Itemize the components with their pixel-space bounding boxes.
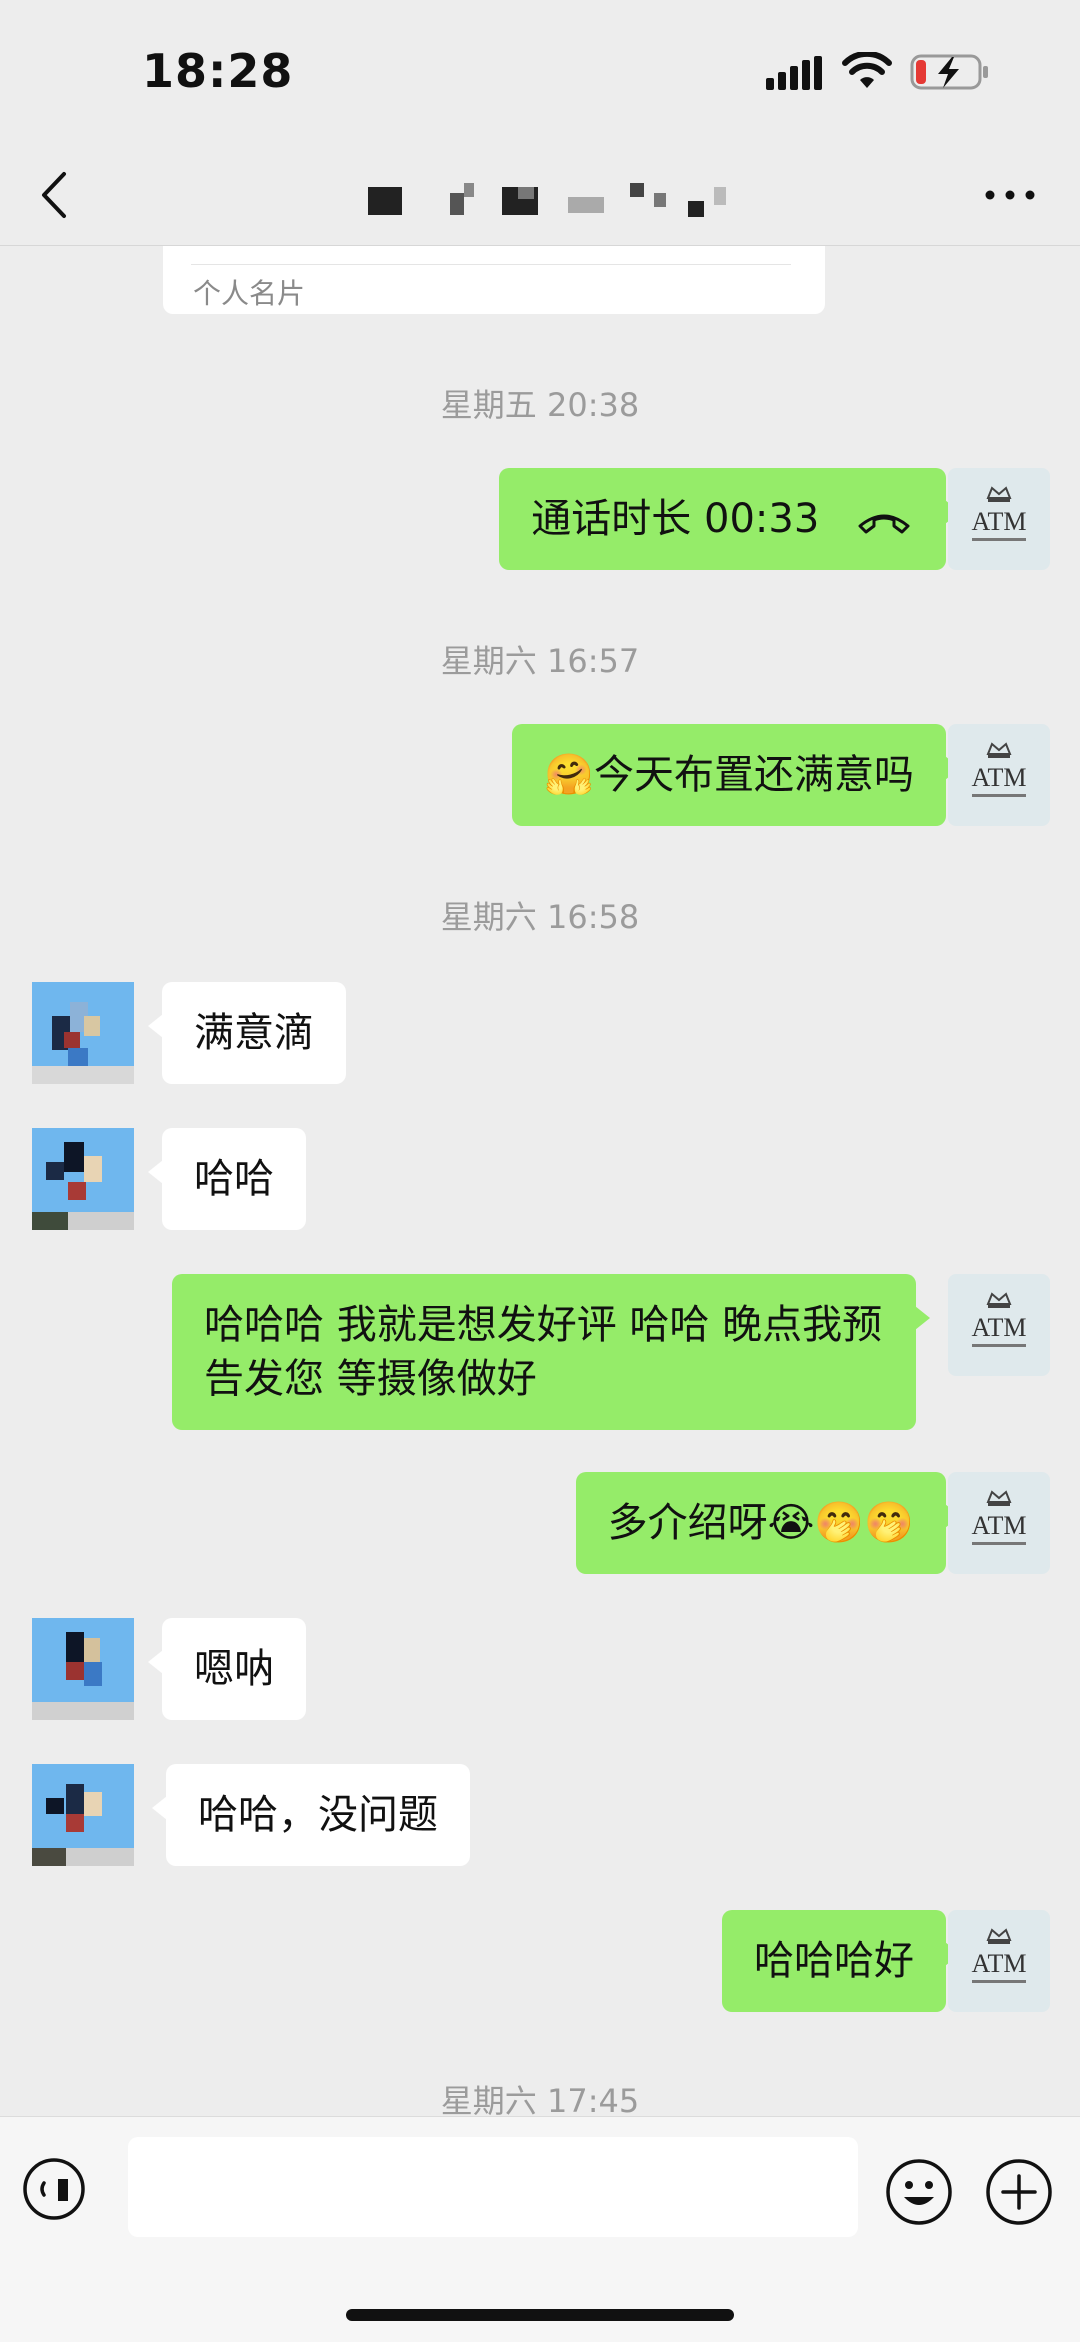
svg-text:ATM: ATM <box>972 1511 1027 1540</box>
plus-icon[interactable] <box>984 2157 1054 2227</box>
contact-message-bubble[interactable]: 嗯呐 <box>148 1618 306 1720</box>
message-text: 哈哈哈 我就是想发好评 哈哈 晚点我预告发您 等摄像做好 <box>204 1302 883 1402</box>
my-message-bubble[interactable]: 🤗今天布置还满意吗 <box>512 724 960 826</box>
contact-message-bubble[interactable]: 哈哈，没问题 <box>152 1764 470 1866</box>
chat-header <box>0 150 1080 246</box>
call-duration-bubble[interactable]: 通话时长 00:33 <box>499 468 960 570</box>
phone-hangup-icon <box>858 514 910 534</box>
message-text: 哈哈 <box>194 1156 274 1202</box>
atm-logo-icon: ATM <box>948 1274 1050 1376</box>
contact-card-message[interactable]: 个人名片 <box>163 246 825 314</box>
wifi-icon <box>842 52 892 88</box>
contact-avatar[interactable] <box>32 1128 134 1230</box>
timestamp: 星期六 16:58 <box>440 898 640 936</box>
svg-text:ATM: ATM <box>972 507 1027 536</box>
emoji-icon[interactable] <box>884 2157 954 2227</box>
home-indicator[interactable] <box>346 2309 734 2321</box>
timestamp: 星期六 17:45 <box>440 2082 640 2116</box>
contact-message-bubble[interactable]: 满意滴 <box>148 982 346 1084</box>
message-text: 今天布置还满意吗 <box>594 752 914 798</box>
contact-avatar[interactable] <box>32 982 134 1084</box>
back-chevron-icon[interactable] <box>36 170 76 220</box>
contact-message-bubble[interactable]: 哈哈 <box>148 1128 306 1230</box>
contact-avatar[interactable] <box>32 1764 134 1866</box>
my-message-bubble[interactable]: 哈哈哈 我就是想发好评 哈哈 晚点我预告发您 等摄像做好 <box>172 1274 930 1430</box>
status-bar: 18:28 <box>0 0 1080 150</box>
hug-emoji: 🤗 <box>544 752 594 798</box>
message-text: 通话时长 00:33 <box>531 496 820 542</box>
message-text: 满意滴 <box>194 1010 314 1056</box>
message-input[interactable] <box>128 2137 858 2237</box>
atm-logo-icon: ATM <box>948 724 1050 826</box>
emoji-sequence: 😭🤭🤭 <box>767 1500 914 1546</box>
my-avatar[interactable]: ATM <box>948 724 1050 826</box>
contact-card-label: 个人名片 <box>193 277 306 310</box>
svg-text:ATM: ATM <box>972 1949 1027 1978</box>
message-text: 哈哈哈好 <box>754 1938 914 1984</box>
my-avatar[interactable]: ATM <box>948 468 1050 570</box>
cellular-signal-icon <box>766 56 822 90</box>
contact-avatar[interactable] <box>32 1618 134 1720</box>
svg-text:ATM: ATM <box>972 763 1027 792</box>
atm-logo-icon: ATM <box>948 1910 1050 2012</box>
atm-logo-icon: ATM <box>948 468 1050 570</box>
timestamp: 星期六 16:57 <box>440 642 640 680</box>
voice-input-icon[interactable] <box>22 2157 86 2221</box>
chat-message-list[interactable]: 个人名片 星期五 20:38 通话时长 00:33 ATM 星期六 16:57 … <box>0 246 1080 2116</box>
atm-logo-icon: ATM <box>948 1472 1050 1574</box>
timestamp: 星期五 20:38 <box>440 386 640 424</box>
message-text: 哈哈，没问题 <box>198 1792 438 1838</box>
my-avatar[interactable]: ATM <box>948 1274 1050 1376</box>
status-time: 18:28 <box>142 44 294 98</box>
message-text: 多介绍呀 <box>607 1500 768 1546</box>
message-text: 嗯呐 <box>194 1646 274 1692</box>
my-message-bubble[interactable]: 多介绍呀😭🤭🤭 <box>575 1472 961 1574</box>
my-message-bubble[interactable]: 哈哈哈好 <box>722 1910 960 2012</box>
more-options-icon[interactable] <box>980 180 1040 210</box>
my-avatar[interactable]: ATM <box>948 1472 1050 1574</box>
battery-charging-icon <box>910 54 988 90</box>
svg-text:ATM: ATM <box>972 1313 1027 1342</box>
my-avatar[interactable]: ATM <box>948 1910 1050 2012</box>
input-toolbar <box>0 2116 1080 2342</box>
contact-name-obscured <box>368 183 738 219</box>
